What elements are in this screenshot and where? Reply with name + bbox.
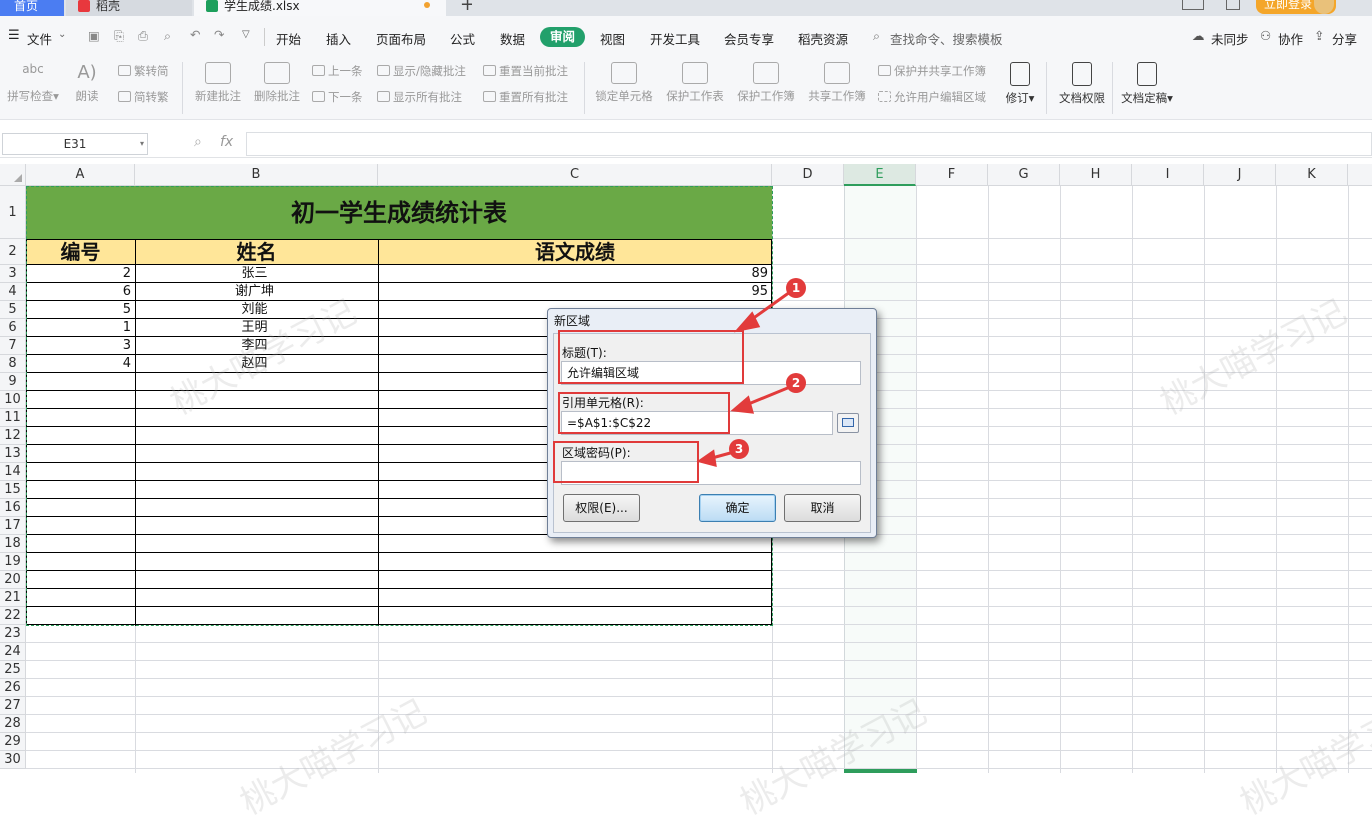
annotation-badge-2: 2 (786, 373, 806, 393)
annotation-badge-3: 3 (729, 439, 749, 459)
annotation-badge-1: 1 (786, 278, 806, 298)
annotation-arrows (696, 290, 791, 468)
